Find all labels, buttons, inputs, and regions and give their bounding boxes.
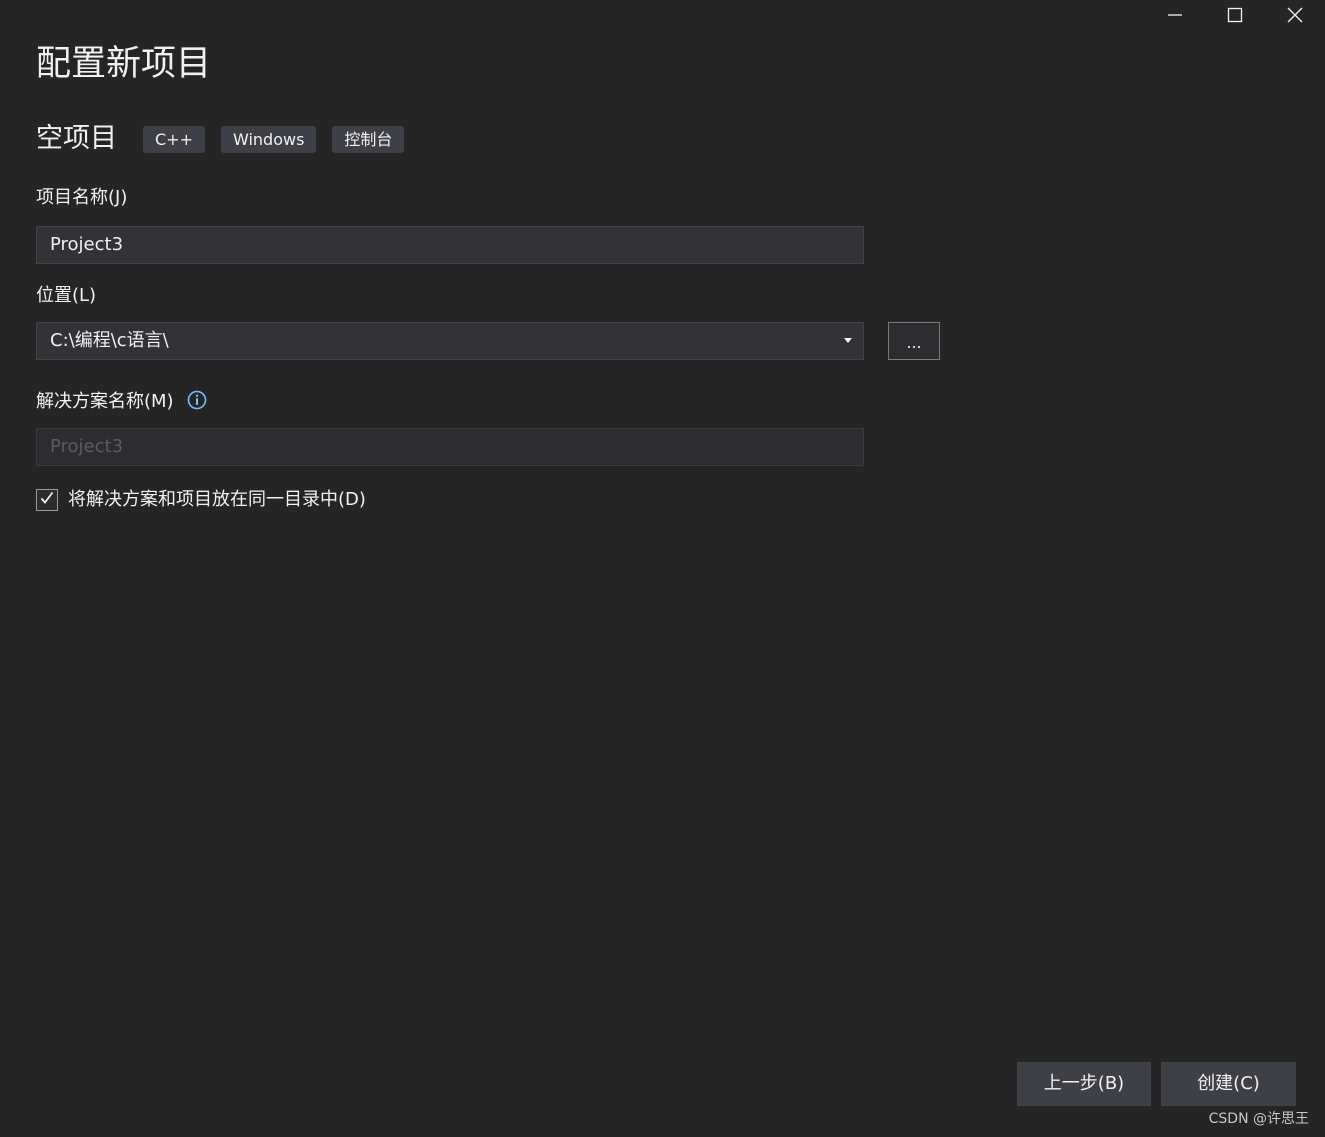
close-button[interactable] xyxy=(1265,0,1325,34)
checkmark-icon xyxy=(39,490,55,510)
same-directory-checkbox[interactable] xyxy=(36,489,58,511)
browse-button[interactable]: ... xyxy=(888,322,940,360)
tag-console: 控制台 xyxy=(332,125,405,153)
solution-name-input[interactable]: Project3 xyxy=(36,428,864,466)
location-combobox[interactable]: C:\编程\c语言\ xyxy=(36,322,864,360)
chevron-down-icon xyxy=(844,338,852,343)
minimize-button[interactable] xyxy=(1145,0,1205,34)
same-directory-option: 将解决方案和项目放在同一目录中(D) xyxy=(36,486,366,514)
back-button[interactable]: 上一步(B) xyxy=(1017,1062,1151,1106)
template-name: 空项目 xyxy=(36,123,117,154)
template-summary: 空项目 C++ Windows 控制台 xyxy=(36,120,420,158)
tag-windows: Windows xyxy=(220,125,317,153)
watermark: CSDN @许思王 xyxy=(1208,1111,1309,1127)
solution-name-label-row: 解决方案名称(M) xyxy=(36,390,207,414)
project-name-label: 项目名称(J) xyxy=(36,187,128,208)
create-button[interactable]: 创建(C) xyxy=(1161,1062,1296,1106)
maximize-button[interactable] xyxy=(1205,0,1265,34)
project-name-input[interactable]: Project3 xyxy=(36,226,864,264)
minimize-icon xyxy=(1167,7,1183,27)
close-icon xyxy=(1287,7,1303,27)
info-icon[interactable] xyxy=(187,390,207,410)
page-title: 配置新项目 xyxy=(36,44,212,84)
solution-name-label: 解决方案名称(M) xyxy=(36,391,174,412)
maximize-icon xyxy=(1227,7,1243,27)
tag-cpp: C++ xyxy=(143,125,205,153)
same-directory-label[interactable]: 将解决方案和项目放在同一目录中(D) xyxy=(68,486,366,514)
location-value: C:\编程\c语言\ xyxy=(50,330,169,351)
location-label: 位置(L) xyxy=(36,285,97,306)
window-controls xyxy=(1145,0,1325,34)
